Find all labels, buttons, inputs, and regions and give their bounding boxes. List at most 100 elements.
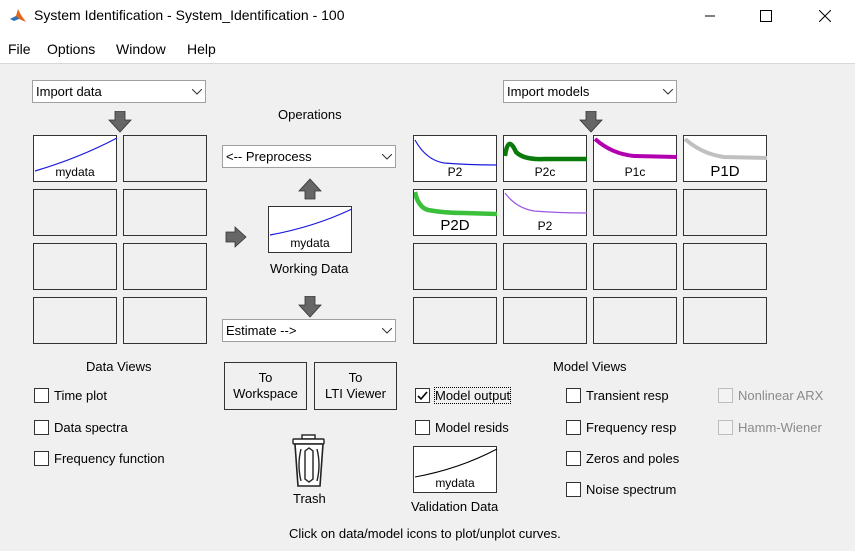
transient-resp-checkbox[interactable] xyxy=(566,388,581,403)
minimize-button[interactable] xyxy=(687,0,733,32)
button-label-line: To xyxy=(258,370,273,385)
working-data-name: mydata xyxy=(290,236,330,250)
option-label: Noise spectrum xyxy=(586,482,677,497)
model-tile-empty[interactable] xyxy=(683,189,767,236)
import-models-dropdown[interactable]: Import models xyxy=(503,80,677,103)
import-models-value: Import models xyxy=(507,84,590,99)
estimate-dropdown[interactable]: Estimate --> xyxy=(222,319,396,342)
model-tile-empty[interactable] xyxy=(593,189,677,236)
model-resids-option[interactable]: Model resids xyxy=(415,420,509,435)
arrow-down-icon xyxy=(108,111,132,133)
model-output-checkbox[interactable] xyxy=(415,388,430,403)
window-title: System Identification - System_Identific… xyxy=(34,7,345,23)
time-plot-checkbox[interactable] xyxy=(34,388,49,403)
import-data-dropdown[interactable]: Import data xyxy=(32,80,206,103)
menu-options[interactable]: Options xyxy=(47,41,95,57)
model-tile-empty[interactable] xyxy=(503,243,587,290)
model-tile-p1d[interactable]: P1D xyxy=(683,135,768,182)
model-tile-p2-violet[interactable]: P2 xyxy=(503,189,588,236)
preprocess-dropdown[interactable]: <-- Preprocess xyxy=(222,145,396,168)
option-label: Frequency function xyxy=(54,451,165,466)
model-tile-empty[interactable] xyxy=(683,243,767,290)
arrow-down-icon xyxy=(298,296,322,318)
option-label: Hamm-Wiener xyxy=(738,420,822,435)
model-tile-p1c[interactable]: P1c xyxy=(593,135,678,182)
tile-label: P2 xyxy=(447,165,463,179)
model-resids-checkbox[interactable] xyxy=(415,420,430,435)
model-tile-p2c[interactable]: P2c xyxy=(503,135,587,182)
option-label: Data spectra xyxy=(54,420,128,435)
nonlinear-arx-option: Nonlinear ARX xyxy=(718,388,823,403)
frequency-function-checkbox[interactable] xyxy=(34,451,49,466)
model-output-option[interactable]: Model output xyxy=(415,387,512,404)
preprocess-value: <-- Preprocess xyxy=(226,149,312,164)
model-tile-empty[interactable] xyxy=(413,297,497,344)
data-tile-mydata[interactable]: mydata xyxy=(33,135,118,182)
menu-help[interactable]: Help xyxy=(187,41,216,57)
validation-data-name: mydata xyxy=(435,476,475,490)
data-tile-empty[interactable] xyxy=(123,189,207,236)
arrow-up-icon xyxy=(298,178,322,200)
menu-window[interactable]: Window xyxy=(116,41,166,57)
button-label-line: Workspace xyxy=(233,386,298,401)
tile-label: P1c xyxy=(624,165,646,179)
validation-data-label: Validation Data xyxy=(411,499,499,514)
data-views-title: Data Views xyxy=(86,359,152,374)
tile-label: P1D xyxy=(710,163,740,180)
model-tile-p2[interactable]: P2 xyxy=(413,135,498,182)
data-spectra-checkbox[interactable] xyxy=(34,420,49,435)
to-workspace-button[interactable]: To Workspace xyxy=(224,362,307,410)
nonlinear-arx-checkbox xyxy=(718,388,733,403)
minimize-icon xyxy=(705,15,715,17)
maximize-button[interactable] xyxy=(743,0,789,32)
matlab-icon xyxy=(9,7,27,25)
zeros-and-poles-checkbox[interactable] xyxy=(566,451,581,466)
frequency-resp-checkbox[interactable] xyxy=(566,420,581,435)
option-label: Model resids xyxy=(435,420,509,435)
working-data-label: Working Data xyxy=(270,261,349,276)
close-button[interactable] xyxy=(802,0,848,32)
model-views-title: Model Views xyxy=(553,359,627,374)
data-tile-empty[interactable] xyxy=(33,297,117,344)
model-tile-p2d[interactable]: P2D xyxy=(413,189,498,236)
model-tile-empty[interactable] xyxy=(503,297,587,344)
frequency-resp-option[interactable]: Frequency resp xyxy=(566,420,676,435)
tile-label: P2 xyxy=(537,219,553,233)
noise-spectrum-option[interactable]: Noise spectrum xyxy=(566,482,676,497)
data-spectra-option[interactable]: Data spectra xyxy=(34,420,128,435)
close-icon xyxy=(819,10,831,22)
noise-spectrum-checkbox[interactable] xyxy=(566,482,581,497)
data-tile-empty[interactable] xyxy=(123,297,207,344)
frequency-function-option[interactable]: Frequency function xyxy=(34,451,165,466)
button-label-line: LTI Viewer xyxy=(325,386,386,401)
operations-label: Operations xyxy=(278,107,342,122)
option-label: Model output xyxy=(433,387,512,404)
menu-file[interactable]: File xyxy=(8,41,31,57)
estimate-value: Estimate --> xyxy=(226,323,297,338)
model-tile-empty[interactable] xyxy=(683,297,767,344)
trash-icon[interactable] xyxy=(289,434,329,488)
validation-data-tile[interactable]: mydata xyxy=(413,446,498,493)
button-label-line: To xyxy=(348,370,363,385)
data-tile-empty[interactable] xyxy=(123,243,207,290)
option-label: Nonlinear ARX xyxy=(738,388,824,403)
data-tile-empty[interactable] xyxy=(33,243,117,290)
transient-resp-option[interactable]: Transient resp xyxy=(566,388,669,403)
model-tile-empty[interactable] xyxy=(593,297,677,344)
chevron-down-icon xyxy=(659,81,676,102)
arrow-right-icon xyxy=(225,226,247,248)
data-tile-empty[interactable] xyxy=(33,189,117,236)
time-plot-option[interactable]: Time plot xyxy=(34,388,107,403)
data-tile-empty[interactable] xyxy=(123,135,207,182)
tile-label: mydata xyxy=(55,165,95,179)
hamm-wiener-option: Hamm-Wiener xyxy=(718,420,822,435)
to-lti-viewer-button[interactable]: To LTI Viewer xyxy=(314,362,397,410)
option-label: Frequency resp xyxy=(586,420,677,435)
working-data-tile[interactable]: mydata xyxy=(268,206,353,253)
arrow-down-icon xyxy=(579,111,603,133)
chevron-down-icon xyxy=(378,320,395,341)
model-tile-empty[interactable] xyxy=(413,243,497,290)
model-tile-empty[interactable] xyxy=(593,243,677,290)
menu-bar: File Options Window Help xyxy=(0,34,855,64)
zeros-and-poles-option[interactable]: Zeros and poles xyxy=(566,451,679,466)
